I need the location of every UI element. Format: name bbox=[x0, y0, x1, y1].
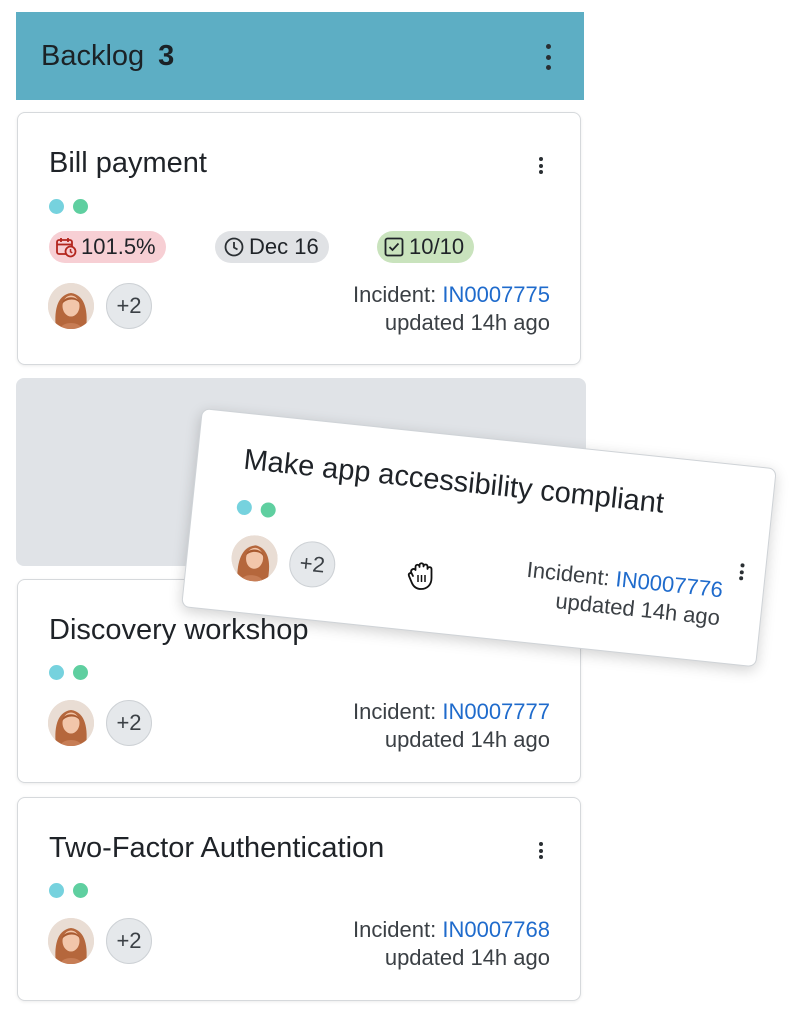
incident-label: Incident: bbox=[353, 917, 437, 942]
card-two-factor-authentication[interactable]: Two-Factor Authentication +2 Incident: I… bbox=[17, 797, 581, 1001]
updated-text: updated 14h ago bbox=[384, 727, 550, 752]
avatar[interactable] bbox=[48, 700, 94, 746]
tasks-badge: 10/10 bbox=[377, 231, 475, 263]
progress-badge: 101.5% bbox=[49, 231, 166, 263]
card-menu-icon[interactable] bbox=[538, 157, 544, 174]
incident-info: Incident: IN0007776 updated 14h ago bbox=[523, 556, 725, 632]
kanban-board: Backlog 3 Bill payment 101.5% Dec 16 10/… bbox=[0, 0, 798, 1026]
card-label-dots bbox=[49, 199, 88, 214]
due-date-value: Dec 16 bbox=[249, 234, 319, 259]
column-menu-icon[interactable] bbox=[542, 44, 554, 70]
label-dot-green bbox=[259, 501, 277, 519]
updated-text: updated 14h ago bbox=[384, 945, 550, 970]
avatar[interactable] bbox=[48, 283, 94, 329]
card-label-dots bbox=[236, 499, 277, 519]
more-users-badge[interactable]: +2 bbox=[286, 539, 338, 590]
label-dot-teal bbox=[49, 199, 64, 214]
label-dot-teal bbox=[49, 883, 64, 898]
incident-link[interactable]: IN0007775 bbox=[442, 282, 550, 307]
incident-link[interactable]: IN0007777 bbox=[442, 699, 550, 724]
card-menu-icon[interactable] bbox=[738, 563, 746, 581]
more-users-badge[interactable]: +2 bbox=[106, 700, 152, 746]
card-title: Discovery workshop bbox=[49, 614, 309, 646]
column-title: Backlog bbox=[41, 39, 145, 72]
card-title: Bill payment bbox=[49, 147, 207, 179]
column-header: Backlog 3 bbox=[16, 12, 584, 100]
progress-value: 101.5% bbox=[81, 234, 156, 259]
incident-info: Incident: IN0007768 updated 14h ago bbox=[353, 916, 550, 972]
label-dot-green bbox=[73, 883, 88, 898]
card-bill-payment[interactable]: Bill payment 101.5% Dec 16 10/10 +2 Inci… bbox=[17, 112, 581, 365]
checkbox-icon bbox=[384, 237, 404, 257]
card-menu-icon[interactable] bbox=[538, 842, 544, 859]
updated-text: updated 14h ago bbox=[384, 310, 550, 335]
card-label-dots bbox=[49, 883, 88, 898]
incident-info: Incident: IN0007775 updated 14h ago bbox=[353, 281, 550, 337]
calendar-clock-icon bbox=[56, 238, 77, 258]
incident-link[interactable]: IN0007768 bbox=[442, 917, 550, 942]
label-dot-teal bbox=[236, 499, 253, 516]
column-count: 3 bbox=[158, 39, 175, 72]
tasks-value: 10/10 bbox=[409, 234, 465, 259]
more-users-badge[interactable]: +2 bbox=[106, 283, 152, 329]
due-date-badge: Dec 16 bbox=[215, 231, 329, 263]
card-label-dots bbox=[49, 665, 88, 680]
card-title: Make app accessibility compliant bbox=[242, 443, 666, 520]
incident-info: Incident: IN0007777 updated 14h ago bbox=[353, 698, 550, 754]
incident-label: Incident: bbox=[353, 282, 437, 307]
label-dot-green bbox=[73, 199, 88, 214]
grab-cursor-icon bbox=[407, 562, 433, 590]
label-dot-teal bbox=[49, 665, 64, 680]
avatar[interactable] bbox=[229, 533, 280, 584]
label-dot-green bbox=[73, 665, 88, 680]
incident-label: Incident: bbox=[353, 699, 437, 724]
avatar[interactable] bbox=[48, 918, 94, 964]
clock-icon bbox=[224, 237, 244, 257]
more-users-badge[interactable]: +2 bbox=[106, 918, 152, 964]
card-title: Two-Factor Authentication bbox=[49, 832, 385, 864]
